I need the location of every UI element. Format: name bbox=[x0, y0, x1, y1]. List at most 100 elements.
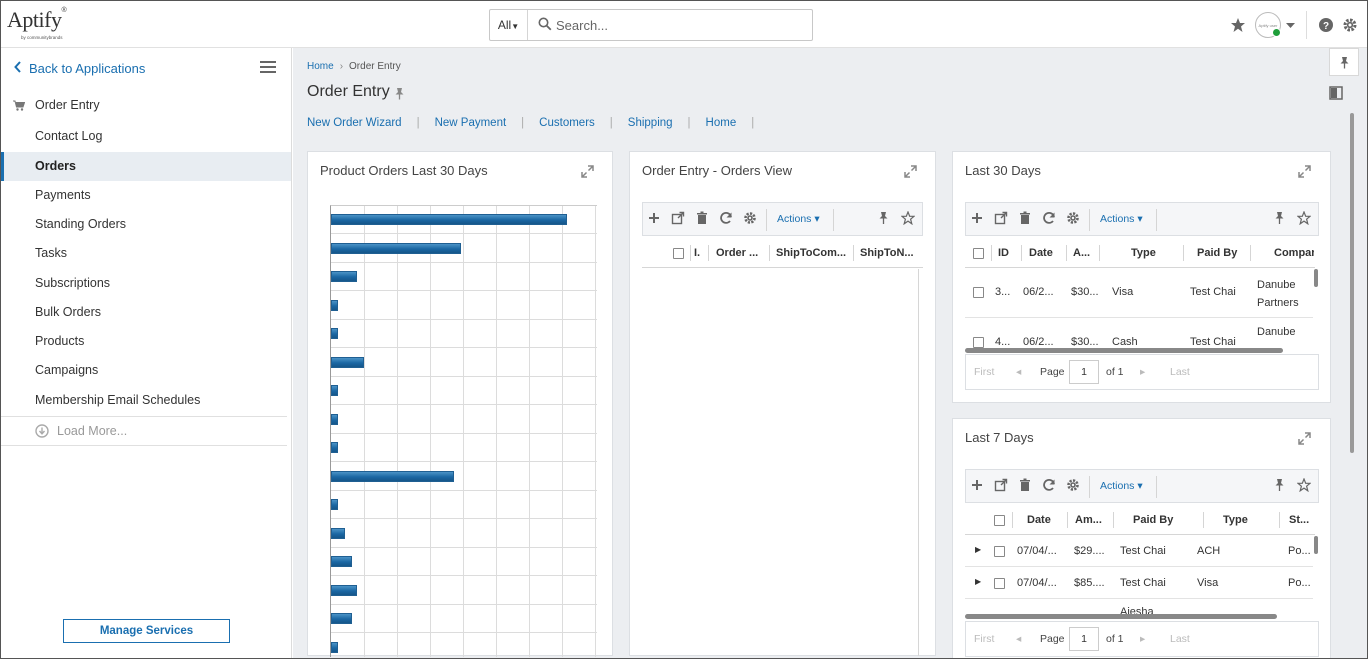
pager-next-icon[interactable]: ▸ bbox=[1140, 633, 1145, 645]
gear-icon[interactable] bbox=[1342, 17, 1358, 33]
aptify-logo[interactable]: Aptify® by communitybrands bbox=[7, 7, 77, 43]
open-external-icon[interactable] bbox=[994, 211, 1008, 225]
column-header[interactable]: A... bbox=[1073, 238, 1095, 268]
chart-bar[interactable] bbox=[331, 357, 364, 368]
expand-icon[interactable] bbox=[581, 165, 594, 178]
layout-icon[interactable] bbox=[1329, 86, 1343, 100]
chart-bar[interactable] bbox=[331, 613, 352, 624]
sidebar-item-subscriptions[interactable]: Subscriptions bbox=[1, 269, 291, 298]
expand-row-icon[interactable]: ▶ bbox=[975, 577, 981, 586]
chart-bar[interactable] bbox=[331, 471, 454, 482]
column-header[interactable]: St... bbox=[1289, 505, 1311, 535]
pin-icon[interactable] bbox=[394, 87, 405, 100]
column-header[interactable]: I. bbox=[694, 238, 704, 268]
back-to-applications[interactable]: Back to Applications bbox=[1, 48, 291, 88]
chart-bar[interactable] bbox=[331, 385, 338, 396]
pin-icon[interactable] bbox=[878, 211, 889, 225]
column-header[interactable]: Order ... bbox=[716, 238, 770, 268]
pager-last[interactable]: Last bbox=[1170, 633, 1190, 645]
page-number-input[interactable]: 1 bbox=[1069, 627, 1099, 651]
gear-icon[interactable] bbox=[1066, 211, 1080, 225]
link-home[interactable]: Home bbox=[706, 117, 737, 129]
select-all-checkbox[interactable] bbox=[673, 248, 684, 259]
chart-bar[interactable] bbox=[331, 414, 338, 425]
load-more-button[interactable]: Load More... bbox=[1, 416, 287, 446]
chart-bar[interactable] bbox=[331, 300, 338, 311]
sidebar-item-payments[interactable]: Payments bbox=[1, 181, 291, 210]
vertical-scrollbar[interactable] bbox=[1314, 536, 1318, 554]
chart-bar[interactable] bbox=[331, 271, 357, 282]
column-header[interactable]: Compar bbox=[1274, 238, 1314, 268]
link-new-payment[interactable]: New Payment bbox=[435, 117, 507, 129]
star-outline-icon[interactable] bbox=[1297, 478, 1311, 492]
chart-bar[interactable] bbox=[331, 328, 338, 339]
chart-bar[interactable] bbox=[331, 499, 338, 510]
table-row[interactable]: ▶ 07/04/... $85.... Test Chai Visa Po... bbox=[965, 568, 1313, 599]
actions-dropdown[interactable]: Actions ▾ bbox=[1100, 480, 1143, 492]
star-outline-icon[interactable] bbox=[901, 211, 915, 225]
table-row[interactable]: 3... 06/2... $30... Visa Test Chai Danub… bbox=[965, 269, 1313, 318]
breadcrumb-home[interactable]: Home bbox=[307, 61, 334, 72]
trash-icon[interactable] bbox=[695, 211, 709, 225]
chart-bar[interactable] bbox=[331, 243, 461, 254]
chart-bar[interactable] bbox=[331, 214, 567, 225]
sidebar-item-bulk-orders[interactable]: Bulk Orders bbox=[1, 298, 291, 327]
add-icon[interactable] bbox=[970, 211, 984, 225]
refresh-icon[interactable] bbox=[719, 211, 733, 225]
sidebar-item-orders[interactable]: Orders bbox=[1, 152, 291, 181]
link-customers[interactable]: Customers bbox=[539, 117, 595, 129]
horizontal-scrollbar[interactable] bbox=[965, 348, 1283, 353]
pin-panel-button[interactable] bbox=[1329, 48, 1359, 76]
select-all-checkbox[interactable] bbox=[973, 248, 984, 259]
actions-dropdown[interactable]: Actions ▾ bbox=[777, 213, 820, 225]
chart-bar[interactable] bbox=[331, 528, 345, 539]
sidebar-item-standing-orders[interactable]: Standing Orders bbox=[1, 210, 291, 239]
vertical-scrollbar[interactable] bbox=[1314, 269, 1318, 287]
open-external-icon[interactable] bbox=[994, 478, 1008, 492]
sidebar-item-campaigns[interactable]: Campaigns bbox=[1, 356, 291, 385]
pager-last[interactable]: Last bbox=[1170, 366, 1190, 378]
add-icon[interactable] bbox=[970, 478, 984, 492]
link-new-order-wizard[interactable]: New Order Wizard bbox=[307, 117, 402, 129]
refresh-icon[interactable] bbox=[1042, 478, 1056, 492]
search-scope-dropdown[interactable]: All▼ bbox=[490, 10, 528, 40]
column-header[interactable]: Paid By bbox=[1197, 238, 1247, 268]
column-header[interactable]: Date bbox=[1029, 238, 1063, 268]
sidebar-item-membership-email-schedules[interactable]: Membership Email Schedules bbox=[1, 386, 291, 415]
manage-services-button[interactable]: Manage Services bbox=[63, 619, 230, 643]
pager-next-icon[interactable]: ▸ bbox=[1140, 366, 1145, 378]
actions-dropdown[interactable]: Actions ▾ bbox=[1100, 213, 1143, 225]
refresh-icon[interactable] bbox=[1042, 211, 1056, 225]
pager-prev-icon[interactable]: ◂ bbox=[1016, 633, 1021, 645]
horizontal-scrollbar[interactable] bbox=[965, 614, 1277, 619]
add-icon[interactable] bbox=[647, 211, 661, 225]
gear-icon[interactable] bbox=[743, 211, 757, 225]
pager-prev-icon[interactable]: ◂ bbox=[1016, 366, 1021, 378]
select-all-checkbox[interactable] bbox=[994, 515, 1005, 526]
page-number-input[interactable]: 1 bbox=[1069, 360, 1099, 384]
pager-first[interactable]: First bbox=[974, 633, 994, 645]
gear-icon[interactable] bbox=[1066, 478, 1080, 492]
sidebar-item-products[interactable]: Products bbox=[1, 327, 291, 356]
column-header[interactable]: ShipToCom... bbox=[776, 238, 852, 268]
chart-bar[interactable] bbox=[331, 442, 338, 453]
column-header[interactable]: Type bbox=[1223, 505, 1257, 535]
column-header[interactable]: Am... bbox=[1075, 505, 1105, 535]
link-shipping[interactable]: Shipping bbox=[628, 117, 673, 129]
row-checkbox[interactable] bbox=[973, 287, 984, 298]
chart-bar[interactable] bbox=[331, 556, 352, 567]
expand-row-icon[interactable]: ▶ bbox=[975, 545, 981, 554]
table-row[interactable]: ▶ 07/04/... $29.... Test Chai ACH Po... bbox=[965, 536, 1313, 567]
open-external-icon[interactable] bbox=[671, 211, 685, 225]
column-header[interactable]: Date bbox=[1027, 505, 1061, 535]
row-checkbox[interactable] bbox=[994, 546, 1005, 557]
pager-first[interactable]: First bbox=[974, 366, 994, 378]
row-checkbox[interactable] bbox=[973, 337, 984, 348]
trash-icon[interactable] bbox=[1018, 478, 1032, 492]
column-header[interactable]: ID bbox=[998, 238, 1014, 268]
table-row[interactable]: 4... 06/2... $30... Cash Test Chai Danub… bbox=[965, 319, 1313, 349]
pin-icon[interactable] bbox=[1274, 211, 1285, 225]
chart-bar[interactable] bbox=[331, 642, 338, 653]
chevron-down-icon[interactable] bbox=[1285, 17, 1296, 33]
expand-icon[interactable] bbox=[904, 165, 917, 178]
